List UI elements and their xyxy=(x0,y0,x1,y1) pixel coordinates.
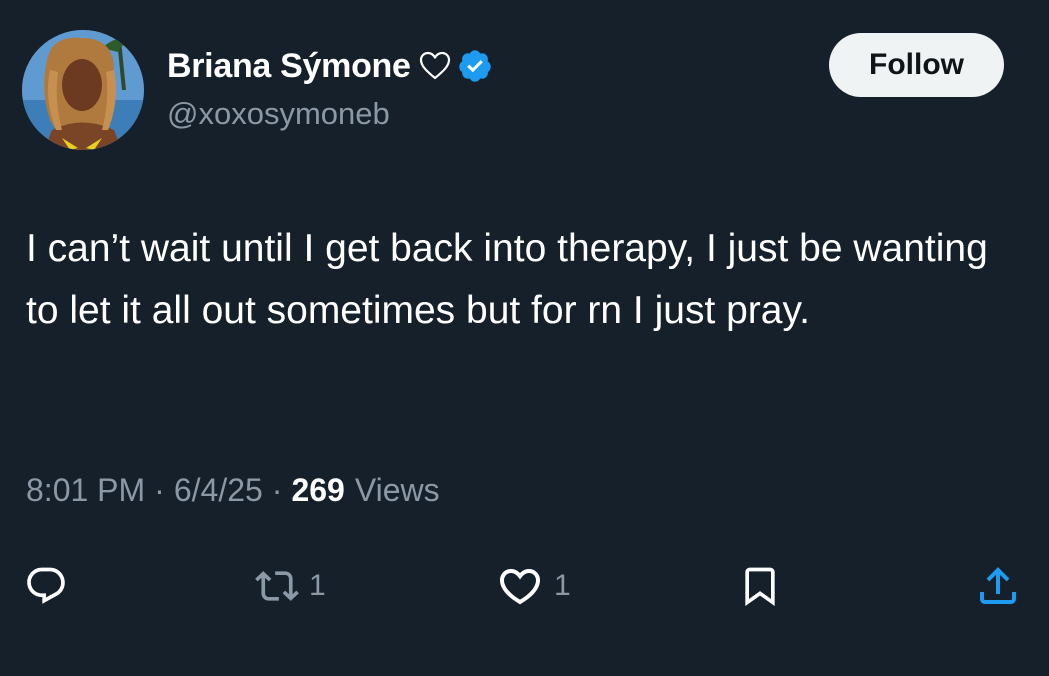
views-label[interactable]: Views xyxy=(355,472,440,509)
tweet-card: Briana Sýmone @xoxosymoneb Follow I can’… xyxy=(0,0,1049,676)
action-bar: 1 1 xyxy=(0,556,1049,616)
reply-button[interactable] xyxy=(24,556,68,616)
verified-badge-icon xyxy=(458,50,491,82)
avatar-photo xyxy=(22,30,144,150)
heart-icon xyxy=(499,569,541,605)
like-button[interactable]: 1 xyxy=(496,556,571,616)
white-heart-icon xyxy=(419,51,450,80)
tweet-date[interactable]: 6/4/25 xyxy=(174,472,263,509)
avatar[interactable] xyxy=(22,30,144,150)
share-button[interactable] xyxy=(974,556,1022,616)
share-icon xyxy=(980,567,1016,604)
tweet-text: I can’t wait until I get back into thera… xyxy=(26,227,988,332)
retweet-button[interactable]: 1 xyxy=(255,556,326,616)
follow-button[interactable]: Follow xyxy=(829,33,1004,97)
author-name-row[interactable]: Briana Sýmone xyxy=(167,44,493,88)
meta-separator: · xyxy=(271,472,283,508)
retweet-count: 1 xyxy=(309,569,326,602)
bookmark-button[interactable] xyxy=(738,556,782,616)
display-name[interactable]: Briana Sýmone xyxy=(167,47,411,86)
like-count: 1 xyxy=(554,569,571,602)
bookmark-icon xyxy=(745,567,775,607)
views-count[interactable]: 269 xyxy=(291,472,344,509)
tweet-meta: 8:01 PM · 6/4/25 · 269 Views xyxy=(26,472,440,509)
tweet-time[interactable]: 8:01 PM xyxy=(26,472,145,509)
reply-icon xyxy=(27,567,65,604)
author-handle[interactable]: @xoxosymoneb xyxy=(167,96,390,132)
retweet-icon xyxy=(255,571,299,601)
meta-separator: · xyxy=(154,472,165,508)
